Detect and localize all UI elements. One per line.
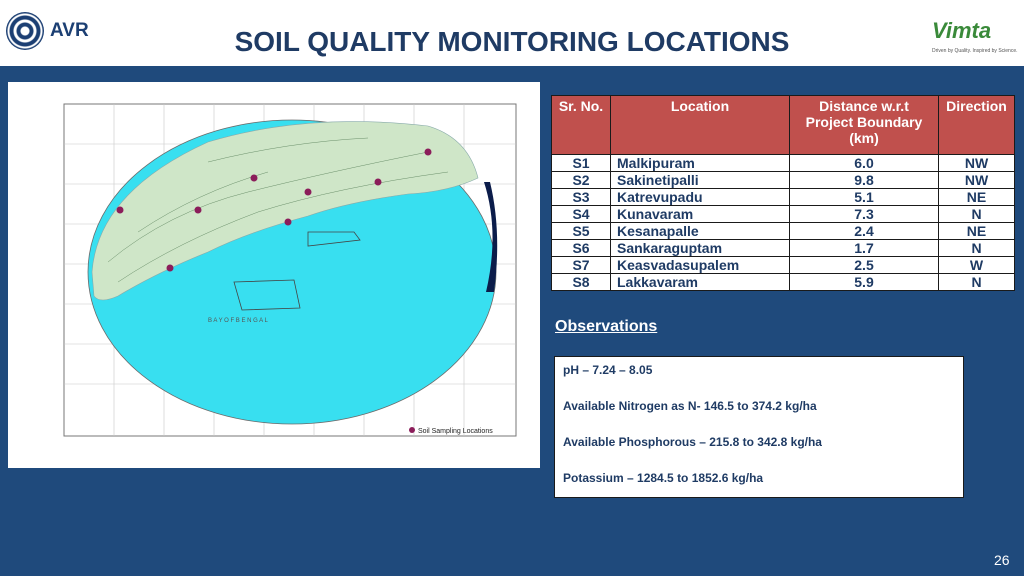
- table-row: S1 Malkipuram 6.0 NW: [551, 154, 1015, 172]
- cell-direction: NE: [938, 222, 1015, 240]
- col-header-sr-no: Sr. No.: [551, 95, 611, 155]
- cell-direction: N: [938, 273, 1015, 291]
- cell-direction: NW: [938, 154, 1015, 172]
- location-table: Sr. No. Location Distance w.r.t Project …: [551, 95, 1015, 291]
- page-number: 26: [994, 552, 1010, 568]
- cell-sr-no: S5: [551, 222, 611, 240]
- cell-location: Keasvadasupalem: [610, 256, 790, 274]
- cell-distance: 7.3: [789, 205, 939, 223]
- header-bar: AVR SOIL QUALITY MONITORING LOCATIONS Vi…: [0, 0, 1024, 66]
- cell-sr-no: S8: [551, 273, 611, 291]
- vimta-logo-text: Vimta: [932, 18, 992, 43]
- cell-location: Kunavaram: [610, 205, 790, 223]
- observation-ph: pH – 7.24 – 8.05: [563, 363, 653, 377]
- observations-heading: Observations: [555, 318, 658, 335]
- cell-sr-no: S2: [551, 171, 611, 189]
- page-title: SOIL QUALITY MONITORING LOCATIONS: [234, 26, 790, 57]
- col-header-distance: Distance w.r.t Project Boundary (km): [789, 95, 939, 155]
- col-header-direction: Direction: [938, 95, 1015, 155]
- cell-location: Sankaraguptam: [610, 239, 790, 257]
- observation-phosphorous: Available Phosphorous – 215.8 to 342.8 k…: [563, 435, 822, 449]
- cell-location: Sakinetipalli: [610, 171, 790, 189]
- cell-distance: 1.7: [789, 239, 939, 257]
- cell-distance: 5.9: [789, 273, 939, 291]
- vimta-tagline: Driven by Quality. Inspired by Science.: [932, 48, 1018, 54]
- table-row: S5 Kesanapalle 2.4 NE: [551, 222, 1015, 240]
- table-row: S8 Lakkavaram 5.9 N: [551, 273, 1015, 291]
- cell-direction: N: [938, 205, 1015, 223]
- cell-location: Malkipuram: [610, 154, 790, 172]
- observation-potassium: Potassium – 1284.5 to 1852.6 kg/ha: [563, 471, 764, 485]
- cell-sr-no: S1: [551, 154, 611, 172]
- table-row: S7 Keasvadasupalem 2.5 W: [551, 256, 1015, 274]
- cell-sr-no: S4: [551, 205, 611, 223]
- cell-sr-no: S7: [551, 256, 611, 274]
- cell-direction: W: [938, 256, 1015, 274]
- table-row: S4 Kunavaram 7.3 N: [551, 205, 1015, 223]
- cell-direction: N: [938, 239, 1015, 257]
- cell-location: Lakkavaram: [610, 273, 790, 291]
- cell-direction: NW: [938, 171, 1015, 189]
- cell-location: Katrevupadu: [610, 188, 790, 206]
- vimta-logo: Vimta Driven by Quality. Inspired by Sci…: [928, 18, 1018, 62]
- cell-distance: 6.0: [789, 154, 939, 172]
- legend-marker-icon: [409, 427, 415, 433]
- cell-distance: 5.1: [789, 188, 939, 206]
- cell-distance: 9.8: [789, 171, 939, 189]
- observation-nitrogen: Available Nitrogen as N- 146.5 to 374.2 …: [563, 399, 817, 413]
- table-row: S2 Sakinetipalli 9.8 NW: [551, 171, 1015, 189]
- soil-location-map: Soil Sampling Locations B A Y O F B E N …: [8, 82, 540, 468]
- col-header-location: Location: [610, 95, 790, 155]
- cell-distance: 2.4: [789, 222, 939, 240]
- table-row: S3 Katrevupadu 5.1 NE: [551, 188, 1015, 206]
- table-header-row: Sr. No. Location Distance w.r.t Project …: [551, 95, 1015, 155]
- observations-box: pH – 7.24 – 8.05 Available Nitrogen as N…: [554, 356, 964, 498]
- map-sea-label: B A Y O F B E N G A L: [208, 318, 268, 324]
- cell-sr-no: S6: [551, 239, 611, 257]
- cell-direction: NE: [938, 188, 1015, 206]
- table-row: S6 Sankaraguptam 1.7 N: [551, 239, 1015, 257]
- map-legend-label: Soil Sampling Locations: [418, 428, 493, 435]
- cell-sr-no: S3: [551, 188, 611, 206]
- map-graphic: Soil Sampling Locations B A Y O F B E N …: [8, 82, 540, 468]
- cell-location: Kesanapalle: [610, 222, 790, 240]
- cell-distance: 2.5: [789, 256, 939, 274]
